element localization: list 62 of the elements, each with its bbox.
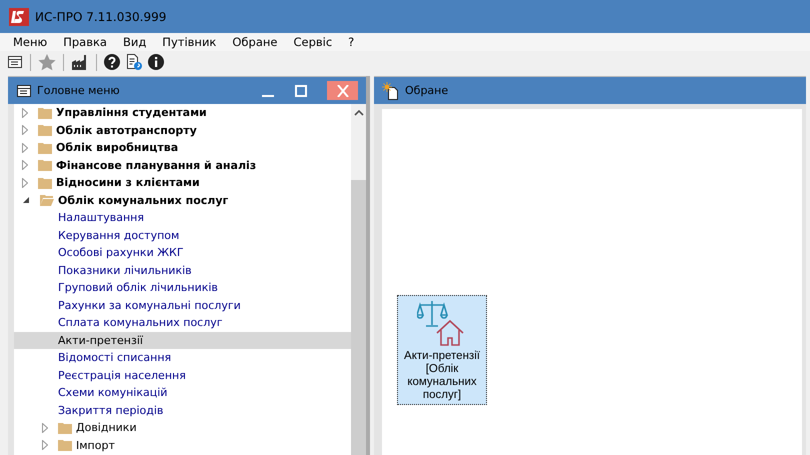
minimize-icon <box>262 94 274 96</box>
expand-icon[interactable] <box>22 108 28 118</box>
document-help-icon[interactable] <box>125 53 143 71</box>
folder-icon <box>38 106 52 119</box>
tree-item[interactable]: Особові рахунки ЖКГ <box>14 244 351 262</box>
menu-item[interactable]: Сервіс <box>285 35 340 49</box>
tree-item[interactable]: Фінансове планування й аналіз <box>14 156 351 174</box>
tree-item[interactable]: Реєстрація населення <box>14 366 351 384</box>
menu-item[interactable]: Обране <box>224 35 286 49</box>
expand-icon[interactable] <box>42 422 48 433</box>
close-button[interactable] <box>327 81 358 100</box>
tree-item[interactable]: Керування доступом <box>14 226 351 244</box>
tree-item[interactable]: Сплата комунальних послуг <box>14 314 351 332</box>
tree-item[interactable]: Облік виробництва <box>14 139 351 156</box>
list-icon[interactable] <box>6 53 24 71</box>
logo-icon <box>9 8 29 26</box>
star-icon[interactable] <box>37 52 57 72</box>
info-icon[interactable] <box>147 53 165 71</box>
folder-icon <box>38 159 52 172</box>
tree-item[interactable]: Закриття періодів <box>14 402 351 419</box>
folder-icon <box>58 439 72 452</box>
folder-icon <box>38 142 52 154</box>
tree-item[interactable]: Налаштування <box>14 209 351 226</box>
new-document-icon <box>382 82 400 100</box>
open-folder-icon <box>40 194 54 206</box>
menu-item[interactable]: Меню <box>5 35 56 49</box>
tree-item[interactable]: Відомості списання <box>14 349 351 366</box>
tree-item[interactable]: Показники лічильників <box>14 262 351 279</box>
expand-icon[interactable] <box>22 142 28 153</box>
tree-item[interactable]: Облік комунальних послуг <box>14 192 351 209</box>
tree-item[interactable]: Акти-претензії <box>14 332 351 349</box>
shortcut-tile[interactable]: Акти-претензії [Облік комунальних послуг] <box>397 295 487 405</box>
maximize-icon <box>295 84 307 96</box>
close-icon <box>336 84 350 96</box>
window-title: ИС-ПРО 7.11.030.999 <box>35 10 166 24</box>
scrollbar[interactable] <box>351 104 366 455</box>
panel-title: Головне меню <box>37 84 120 97</box>
tree-item[interactable]: Імпорт <box>14 436 351 454</box>
expand-icon[interactable] <box>22 160 28 170</box>
tree-item[interactable]: Відносини з клієнтами <box>14 174 351 192</box>
scroll-up-icon[interactable] <box>354 110 364 116</box>
menu-item[interactable]: Вид <box>114 35 154 49</box>
tree-item[interactable]: Управління студентами <box>14 104 351 122</box>
expand-icon[interactable] <box>42 440 48 450</box>
folder-icon <box>58 422 72 434</box>
menu-item[interactable]: Правка <box>55 35 115 49</box>
menu-item[interactable]: Путівник <box>154 35 224 49</box>
help-icon[interactable] <box>103 53 121 71</box>
tree-item[interactable]: Груповий облік лічильників <box>14 279 351 296</box>
folder-icon <box>38 124 52 136</box>
list-icon <box>16 82 32 98</box>
expand-icon[interactable] <box>22 178 28 188</box>
tree-item[interactable]: Рахунки за комунальні послуги <box>14 296 351 314</box>
menu-item[interactable]: ? <box>340 35 362 49</box>
tree-item[interactable]: Схеми комунікацій <box>14 384 351 402</box>
expand-icon[interactable] <box>22 125 28 136</box>
folder-icon <box>38 176 52 189</box>
tree-item[interactable]: Довідники <box>14 419 351 436</box>
collapse-icon[interactable] <box>22 196 30 204</box>
panel-title: Обране <box>405 84 448 97</box>
tree-item[interactable]: Облік автотранспорту <box>14 122 351 139</box>
tile-label: Акти-претензії [Облік комунальних послуг] <box>403 350 481 402</box>
